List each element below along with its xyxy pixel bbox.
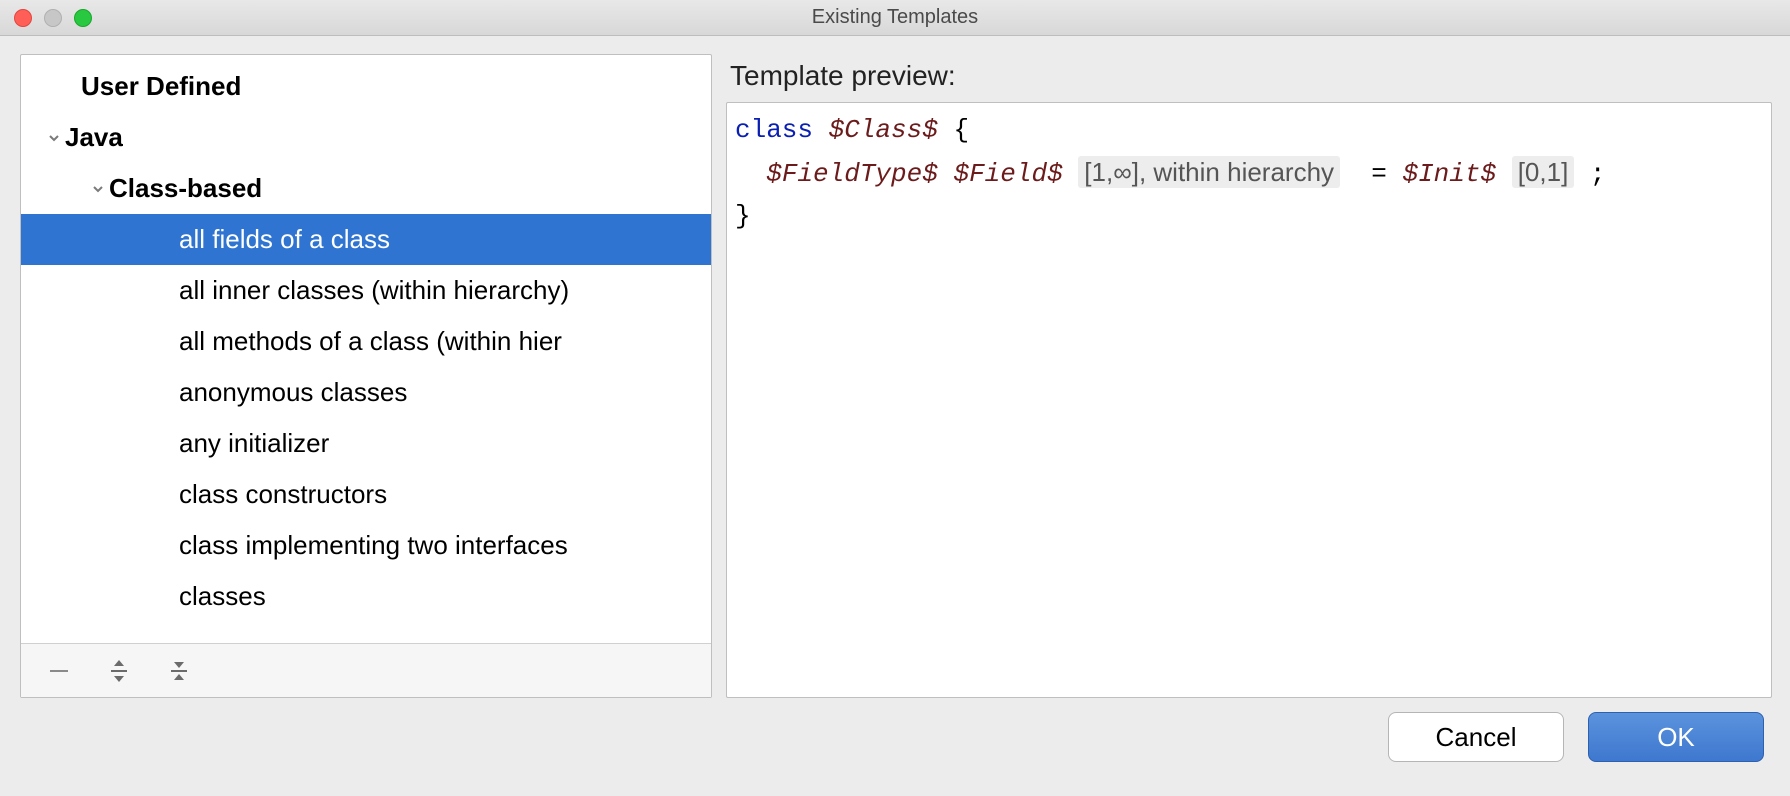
close-icon[interactable] — [14, 9, 32, 27]
collapse-all-button[interactable] — [163, 655, 195, 687]
tree-label: all inner classes (within hierarchy) — [179, 275, 569, 306]
tree-item[interactable]: anonymous classes — [21, 367, 711, 418]
tree-group[interactable]: Class-based — [21, 163, 711, 214]
code-keyword: class — [735, 115, 813, 145]
tree-label: Class-based — [109, 173, 262, 204]
tree-label: User Defined — [81, 71, 241, 102]
code-var-init: $Init$ — [1402, 159, 1496, 189]
tree-group[interactable]: Java — [21, 112, 711, 163]
tree-label: any initializer — [179, 428, 329, 459]
code-var-field: $Field$ — [953, 159, 1062, 189]
tree-group[interactable]: User Defined — [21, 61, 711, 112]
window-title: Existing Templates — [12, 6, 1778, 29]
tree-label: Java — [65, 122, 123, 153]
code-constraint: [1,∞], within hierarchy — [1078, 156, 1340, 188]
tree-item[interactable]: class implementing two interfaces — [21, 520, 711, 571]
tree-label: all methods of a class (within hier — [179, 326, 562, 357]
ok-button[interactable]: OK — [1588, 712, 1764, 762]
tree-item[interactable]: class constructors — [21, 469, 711, 520]
code-text — [938, 159, 954, 189]
chevron-down-icon[interactable] — [43, 131, 65, 145]
maximize-icon[interactable] — [74, 9, 92, 27]
code-var-class: $Class$ — [813, 115, 938, 145]
code-text: } — [735, 201, 751, 231]
template-tree[interactable]: User Defined Java Class-based all fields of… — [21, 55, 711, 643]
tree-item[interactable]: all inner classes (within hierarchy) — [21, 265, 711, 316]
code-text: = — [1340, 159, 1402, 189]
tree-item[interactable]: any initializer — [21, 418, 711, 469]
minimize-icon[interactable] — [44, 9, 62, 27]
preview-code: class $Class$ { $FieldType$ $Field$ [1,∞… — [726, 102, 1772, 698]
tree-label: all fields of a class — [179, 224, 390, 255]
remove-button[interactable] — [43, 655, 75, 687]
preview-label: Template preview: — [726, 54, 1772, 102]
tree-label: anonymous classes — [179, 377, 407, 408]
cancel-button[interactable]: Cancel — [1388, 712, 1564, 762]
expand-all-button[interactable] — [103, 655, 135, 687]
tree-label: classes — [179, 581, 266, 612]
code-var-fieldtype: $FieldType$ — [766, 159, 938, 189]
titlebar: Existing Templates — [0, 0, 1790, 36]
code-text: { — [938, 115, 969, 145]
code-text: ; — [1574, 159, 1605, 189]
tree-label: class implementing two interfaces — [179, 530, 568, 561]
window-controls — [14, 9, 92, 27]
chevron-down-icon[interactable] — [87, 182, 109, 196]
tree-item[interactable]: all fields of a class — [21, 214, 711, 265]
code-text — [1496, 159, 1512, 189]
preview-panel: Template preview: class $Class$ { $Field… — [726, 54, 1772, 698]
code-constraint: [0,1] — [1512, 156, 1575, 188]
dialog-footer: Cancel OK — [0, 698, 1790, 776]
code-text — [735, 159, 766, 189]
dialog-content: User Defined Java Class-based all fields of… — [0, 36, 1790, 698]
tree-toolbar — [21, 643, 711, 697]
tree-item[interactable]: classes — [21, 571, 711, 622]
code-text — [1063, 159, 1079, 189]
template-tree-panel: User Defined Java Class-based all fields of… — [20, 54, 712, 698]
tree-label: class constructors — [179, 479, 387, 510]
tree-item[interactable]: all methods of a class (within hier — [21, 316, 711, 367]
